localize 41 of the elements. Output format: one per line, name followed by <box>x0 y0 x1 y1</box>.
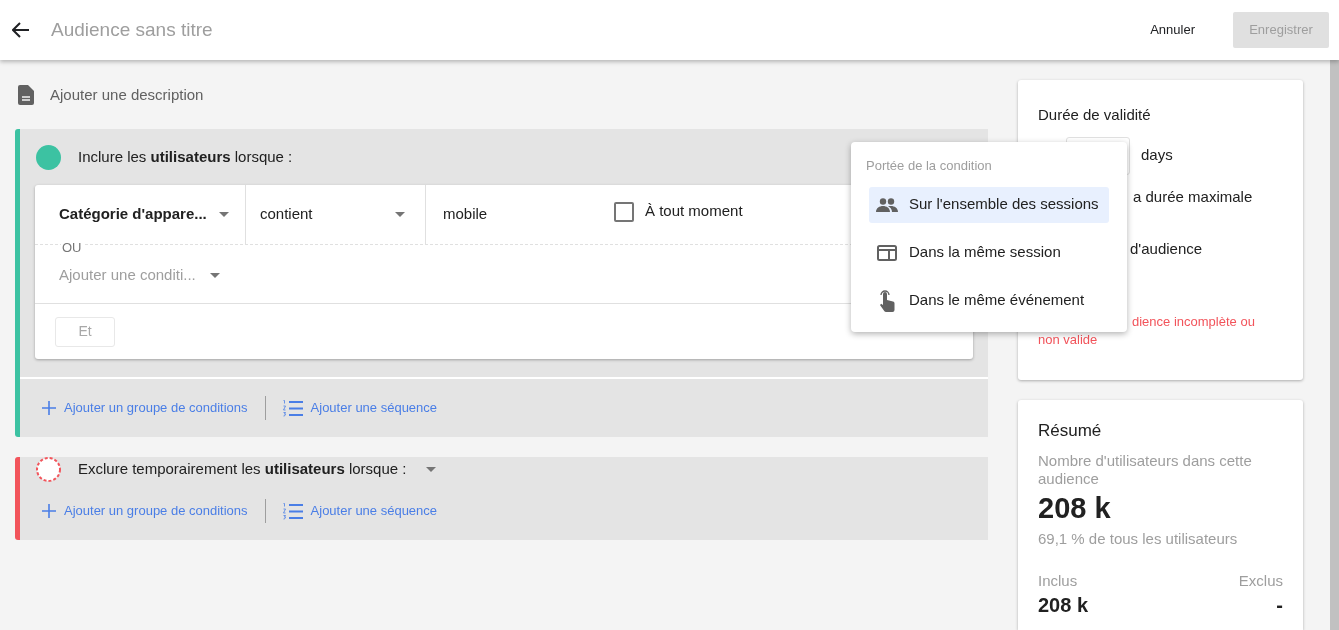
audience-text: d'audience <box>1130 239 1204 259</box>
add-condition-group-link[interactable]: Ajouter un groupe de conditions <box>64 501 248 521</box>
summary-title: Résumé <box>1038 420 1103 442</box>
dropdown-caret-icon <box>426 467 437 472</box>
audience-share: 69,1 % de tous les utilisateurs <box>1038 528 1239 549</box>
validity-title: Durée de validité <box>1038 105 1152 125</box>
checkbox[interactable] <box>614 201 634 222</box>
numbered-list-icon <box>282 502 303 520</box>
people-icon <box>876 197 898 212</box>
caret-icon <box>395 212 405 217</box>
add-sequence-link[interactable]: Ajouter une séquence <box>310 501 438 521</box>
menu-item[interactable]: Dans la même session <box>869 234 1109 271</box>
days-label: days <box>1141 145 1173 166</box>
group-heading: Exclure temporairement les utilisateurs lorsque : <box>78 459 407 480</box>
summary-subtitle: Nombre d'utilisateurs dans cette audience <box>1038 451 1253 488</box>
max-duration-text: a durée maximale <box>1133 186 1254 207</box>
back-arrow-icon[interactable] <box>12 22 30 38</box>
anytime-label: À tout moment <box>645 201 743 222</box>
operator-dropdown[interactable]: contient <box>246 185 426 244</box>
scrollbar[interactable] <box>1330 60 1339 630</box>
excluded-label: Exclus <box>1238 571 1283 591</box>
audience-size: 208 k <box>1038 490 1112 526</box>
document-icon <box>18 85 34 105</box>
included-label: Inclus <box>1038 571 1078 591</box>
cancel-button[interactable]: Annuler <box>1136 12 1209 48</box>
add-description-link[interactable]: Ajouter une description <box>50 83 204 107</box>
touch-icon <box>879 289 895 312</box>
plus-icon <box>42 401 56 415</box>
group-heading: Inclure les utilisateurs lorsque : <box>78 146 293 167</box>
add-condition-group-link[interactable]: Ajouter un groupe de conditions <box>64 398 248 418</box>
numbered-list-icon <box>282 399 303 417</box>
add-sequence-link[interactable]: Ajouter une séquence <box>310 398 438 418</box>
excluded-count: - <box>1276 592 1283 617</box>
window-icon <box>877 244 897 261</box>
plus-icon <box>42 504 56 518</box>
included-count: 208 k <box>1038 592 1089 617</box>
caret-icon <box>209 272 220 278</box>
caret-icon <box>218 212 229 217</box>
menu-title: Portée de la condition <box>866 157 993 175</box>
value-field[interactable]: mobile <box>426 185 606 244</box>
menu-item[interactable]: Sur l'ensemble des sessions <box>869 186 1109 223</box>
